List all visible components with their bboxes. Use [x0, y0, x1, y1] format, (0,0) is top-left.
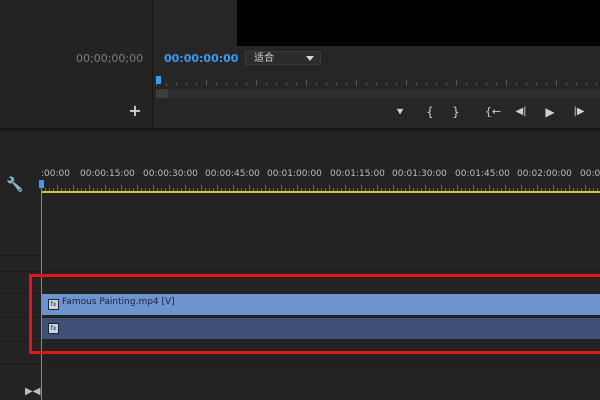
ruler-tick — [596, 83, 597, 86]
ruler-tick — [216, 83, 217, 86]
ruler-tick — [456, 80, 457, 86]
go-to-in-button[interactable]: {← — [484, 104, 502, 120]
ruler-tick — [536, 83, 537, 86]
program-playhead[interactable] — [156, 76, 161, 84]
ruler-tick — [566, 83, 567, 86]
ruler-tick — [326, 83, 327, 86]
ruler-label: 00:01:00:00 — [267, 169, 322, 179]
ruler-tick — [376, 83, 377, 86]
ruler-tick — [266, 83, 267, 86]
ruler-tick — [586, 83, 587, 86]
track-divider — [0, 363, 40, 364]
add-button[interactable]: + — [128, 103, 142, 119]
program-zoom-bar[interactable] — [156, 89, 600, 98]
ruler-tick — [356, 80, 357, 86]
timeline-panel: 🔧 :00:00 00:00:15:00 00:00:30:00 00:00:4… — [0, 131, 600, 400]
source-timecode[interactable]: 00;00;00;00 — [76, 52, 143, 65]
fit-select-value: 适合 — [254, 53, 274, 64]
ruler-label: 00:01:15:00 — [330, 169, 385, 179]
ruler-tick — [446, 83, 447, 86]
ruler-tick — [486, 83, 487, 86]
ruler-tick — [236, 83, 237, 86]
ruler-tick — [296, 83, 297, 86]
ruler-tick — [176, 83, 177, 86]
ruler-tick — [576, 83, 577, 86]
ruler-tick — [246, 83, 247, 86]
ruler-tick — [496, 83, 497, 86]
ruler-tick — [506, 80, 507, 86]
highlight-box — [29, 274, 600, 354]
ruler-tick — [436, 83, 437, 86]
ruler-tick — [546, 83, 547, 86]
track-row-divider — [41, 363, 600, 364]
ruler-tick — [556, 80, 557, 86]
track-row-divider — [41, 271, 600, 272]
fit-select[interactable]: 适合 — [245, 51, 321, 65]
chevron-down-icon — [306, 56, 314, 61]
ruler-label: 00:00:45:00 — [205, 169, 260, 179]
ruler-tick — [476, 83, 477, 86]
ruler-tick — [316, 83, 317, 86]
ruler-tick — [416, 83, 417, 86]
add-marker-button[interactable]: ⯆ — [393, 104, 407, 120]
ruler-tick — [346, 83, 347, 86]
ruler-tick — [256, 80, 257, 86]
ruler-label: 00:02 — [580, 169, 600, 179]
ruler-label: 00:00:15:00 — [80, 169, 135, 179]
step-back-button[interactable]: ◀| — [513, 104, 529, 120]
work-area-bar[interactable] — [41, 191, 600, 193]
zoom-handle-icon[interactable]: ▶◀ — [25, 386, 40, 397]
timeline-playhead-handle[interactable] — [39, 180, 44, 188]
track-divider — [0, 255, 40, 256]
ruler-tick — [206, 80, 207, 86]
source-monitor-panel: 00;00;00;00 + — [0, 0, 153, 128]
ruler-label: 00:01:45:00 — [455, 169, 510, 179]
track-divider — [0, 271, 40, 272]
ruler-label: 00:00:30:00 — [143, 169, 198, 179]
zoom-bar-handle[interactable] — [156, 89, 168, 98]
ruler-label: 00:01:30:00 — [392, 169, 447, 179]
ruler-label: :00:00 — [41, 169, 70, 179]
ruler-tick — [386, 83, 387, 86]
play-button[interactable]: ▶ — [543, 104, 557, 120]
ruler-tick — [406, 80, 407, 86]
ruler-tick — [306, 80, 307, 86]
program-video-preview — [237, 0, 600, 46]
ruler-tick — [186, 83, 187, 86]
program-mini-ruler[interactable] — [156, 74, 600, 88]
ruler-tick — [336, 83, 337, 86]
mark-in-button[interactable]: { — [423, 104, 437, 120]
program-monitor-panel: 00:00:00:00 适合 ⯆ { } {← ◀| ▶ |▶ — [153, 0, 600, 128]
step-forward-button[interactable]: |▶ — [571, 104, 587, 120]
ruler-tick — [196, 83, 197, 86]
program-timecode[interactable]: 00:00:00:00 — [164, 52, 238, 65]
ruler-tick — [276, 83, 277, 86]
ruler-tick — [396, 83, 397, 86]
ruler-tick — [226, 83, 227, 86]
ruler-tick — [366, 83, 367, 86]
ruler-tick — [516, 83, 517, 86]
timeline-ruler[interactable] — [41, 181, 600, 191]
ruler-tick — [166, 83, 167, 86]
ruler-tick — [526, 83, 527, 86]
ruler-tick — [466, 83, 467, 86]
ruler-tick — [426, 83, 427, 86]
ruler-tick — [286, 83, 287, 86]
ruler-label: 00:02:00:00 — [517, 169, 572, 179]
mark-out-button[interactable]: } — [449, 104, 463, 120]
wrench-icon[interactable]: 🔧 — [6, 177, 23, 193]
